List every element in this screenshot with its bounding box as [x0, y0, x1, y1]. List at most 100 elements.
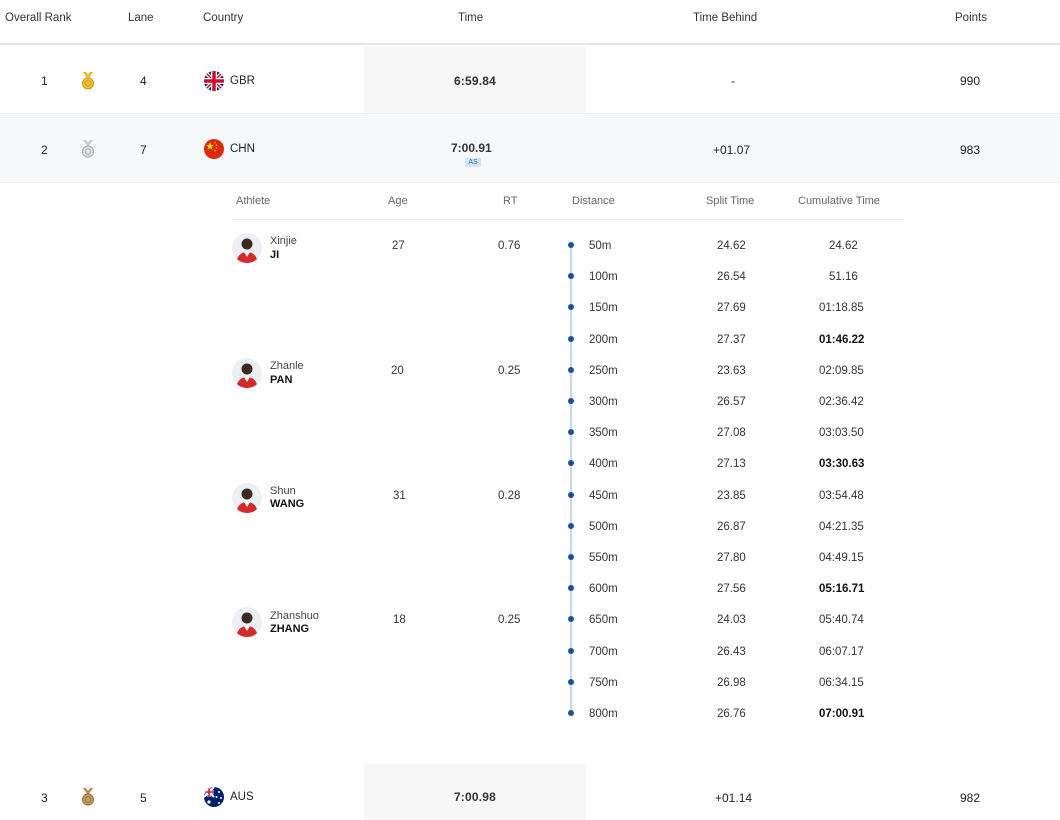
split-marker-dot [568, 710, 574, 716]
split-marker-dot [568, 616, 574, 622]
split-marker-dot [568, 585, 574, 591]
split-marker-dot [568, 336, 574, 342]
athlete-last-name[interactable]: JI [270, 249, 279, 261]
sub-col-cumulative-time: Cumulative Time [798, 195, 880, 207]
bronze-medal-icon [82, 788, 94, 806]
country-code[interactable]: CHN [230, 143, 255, 155]
athlete-photo-icon [236, 363, 258, 388]
split-distance: 250m [589, 365, 618, 377]
split-marker-dot [568, 398, 574, 404]
points-value: 982 [960, 791, 981, 805]
athlete-avatar[interactable] [232, 483, 262, 513]
split-distance: 100m [589, 271, 618, 283]
sub-col-rt: RT [503, 195, 518, 207]
athlete-first-name: Zhanle [270, 360, 304, 372]
athlete-avatar[interactable] [232, 358, 262, 388]
table-row[interactable]: 6:59.84 1 4 GBR - 990 [0, 47, 1060, 114]
split-cumulative-time: 01:18.85 [819, 302, 864, 314]
split-time: 24.03 [717, 614, 746, 626]
time-cell: 6:59.84 [364, 47, 586, 113]
split-marker-dot [568, 523, 574, 529]
split-time: 27.69 [717, 302, 746, 314]
split-marker-dot [568, 554, 574, 560]
lane-value: 4 [140, 74, 147, 88]
col-time[interactable]: Time [458, 12, 483, 24]
split-distance: 800m [589, 708, 618, 720]
split-cumulative-time: 06:07.17 [819, 646, 864, 658]
split-marker-dot [568, 679, 574, 685]
split-timeline-line [570, 245, 572, 715]
chn-flag-icon [204, 139, 224, 159]
split-distance: 500m [589, 521, 618, 533]
split-cumulative-time: 03:54.48 [819, 490, 864, 502]
split-time: 27.37 [717, 334, 746, 346]
split-distance: 550m [589, 552, 618, 564]
split-time: 27.08 [717, 427, 746, 439]
athlete-age: 27 [392, 240, 405, 252]
split-cumulative-time: 02:09.85 [819, 365, 864, 377]
col-lane[interactable]: Lane [128, 12, 154, 24]
split-distance: 450m [589, 490, 618, 502]
gold-medal-icon [82, 72, 94, 90]
country-code[interactable]: AUS [230, 791, 254, 803]
results-table-header: Overall Rank Lane Country Time Time Behi… [0, 0, 1060, 45]
split-distance: 700m [589, 646, 618, 658]
sub-col-distance: Distance [572, 195, 615, 207]
split-time: 26.54 [717, 271, 746, 283]
silver-medal-icon [82, 140, 94, 158]
time-cell: 7:00.98 [364, 764, 586, 820]
split-time: 27.13 [717, 458, 746, 470]
sub-col-age: Age [388, 195, 408, 207]
split-marker-dot [568, 304, 574, 310]
table-row[interactable]: 7:00.98 3 5 AUS +01.14 982 [0, 764, 1060, 820]
athlete-age: 18 [393, 614, 406, 626]
athlete-photo-icon [236, 488, 258, 513]
split-time: 23.63 [717, 365, 746, 377]
split-marker-dot [568, 242, 574, 248]
split-time: 27.80 [717, 552, 746, 564]
athlete-last-name[interactable]: WANG [270, 498, 304, 510]
athlete-avatar[interactable] [232, 233, 262, 263]
rank-value: 3 [41, 791, 48, 805]
athlete-age: 20 [391, 365, 404, 377]
time-behind-value: +01.14 [715, 791, 753, 805]
split-time: 26.87 [717, 521, 746, 533]
country-code[interactable]: GBR [230, 75, 255, 87]
divider [232, 219, 904, 220]
athlete-last-name[interactable]: ZHANG [270, 623, 309, 635]
split-distance: 150m [589, 302, 618, 314]
col-time-behind[interactable]: Time Behind [693, 12, 757, 24]
col-points[interactable]: Points [955, 12, 987, 24]
split-time: 24.62 [717, 240, 746, 252]
split-cumulative-time: 07:00.91 [819, 708, 865, 720]
split-marker-dot [568, 273, 574, 279]
split-distance: 350m [589, 427, 618, 439]
split-marker-dot [568, 492, 574, 498]
split-marker-dot [568, 648, 574, 654]
athlete-first-name: Zhanshuo [270, 610, 319, 622]
table-row-expanded[interactable]: 2 7 CHN 7:00.91 +01.07 983 [0, 115, 1060, 183]
split-cumulative-time: 02:36.42 [819, 396, 864, 408]
sub-col-split-time: Split Time [706, 195, 755, 207]
time-behind-value: +01.07 [713, 143, 751, 157]
athlete-reaction-time: 0.25 [498, 365, 521, 377]
athlete-age: 31 [393, 490, 406, 502]
split-time: 23.85 [717, 490, 746, 502]
split-cumulative-time: 24.62 [829, 240, 858, 252]
col-overall-rank[interactable]: Overall Rank [5, 12, 71, 24]
split-cumulative-time: 04:21.35 [819, 521, 864, 533]
col-country[interactable]: Country [203, 12, 243, 24]
split-cumulative-time: 04:49.15 [819, 552, 864, 564]
split-distance: 750m [589, 677, 618, 689]
split-distance: 50m [589, 240, 612, 252]
split-cumulative-time: 05:40.74 [819, 614, 864, 626]
athlete-photo-icon [236, 238, 258, 263]
split-cumulative-time: 51.16 [829, 271, 858, 283]
athlete-last-name[interactable]: PAN [270, 374, 292, 386]
athlete-photo-icon [236, 612, 258, 637]
lane-value: 7 [140, 143, 147, 157]
athlete-first-name: Shun [270, 485, 296, 497]
split-time: 26.43 [717, 646, 746, 658]
split-time: 26.98 [717, 677, 746, 689]
athlete-avatar[interactable] [232, 607, 262, 637]
